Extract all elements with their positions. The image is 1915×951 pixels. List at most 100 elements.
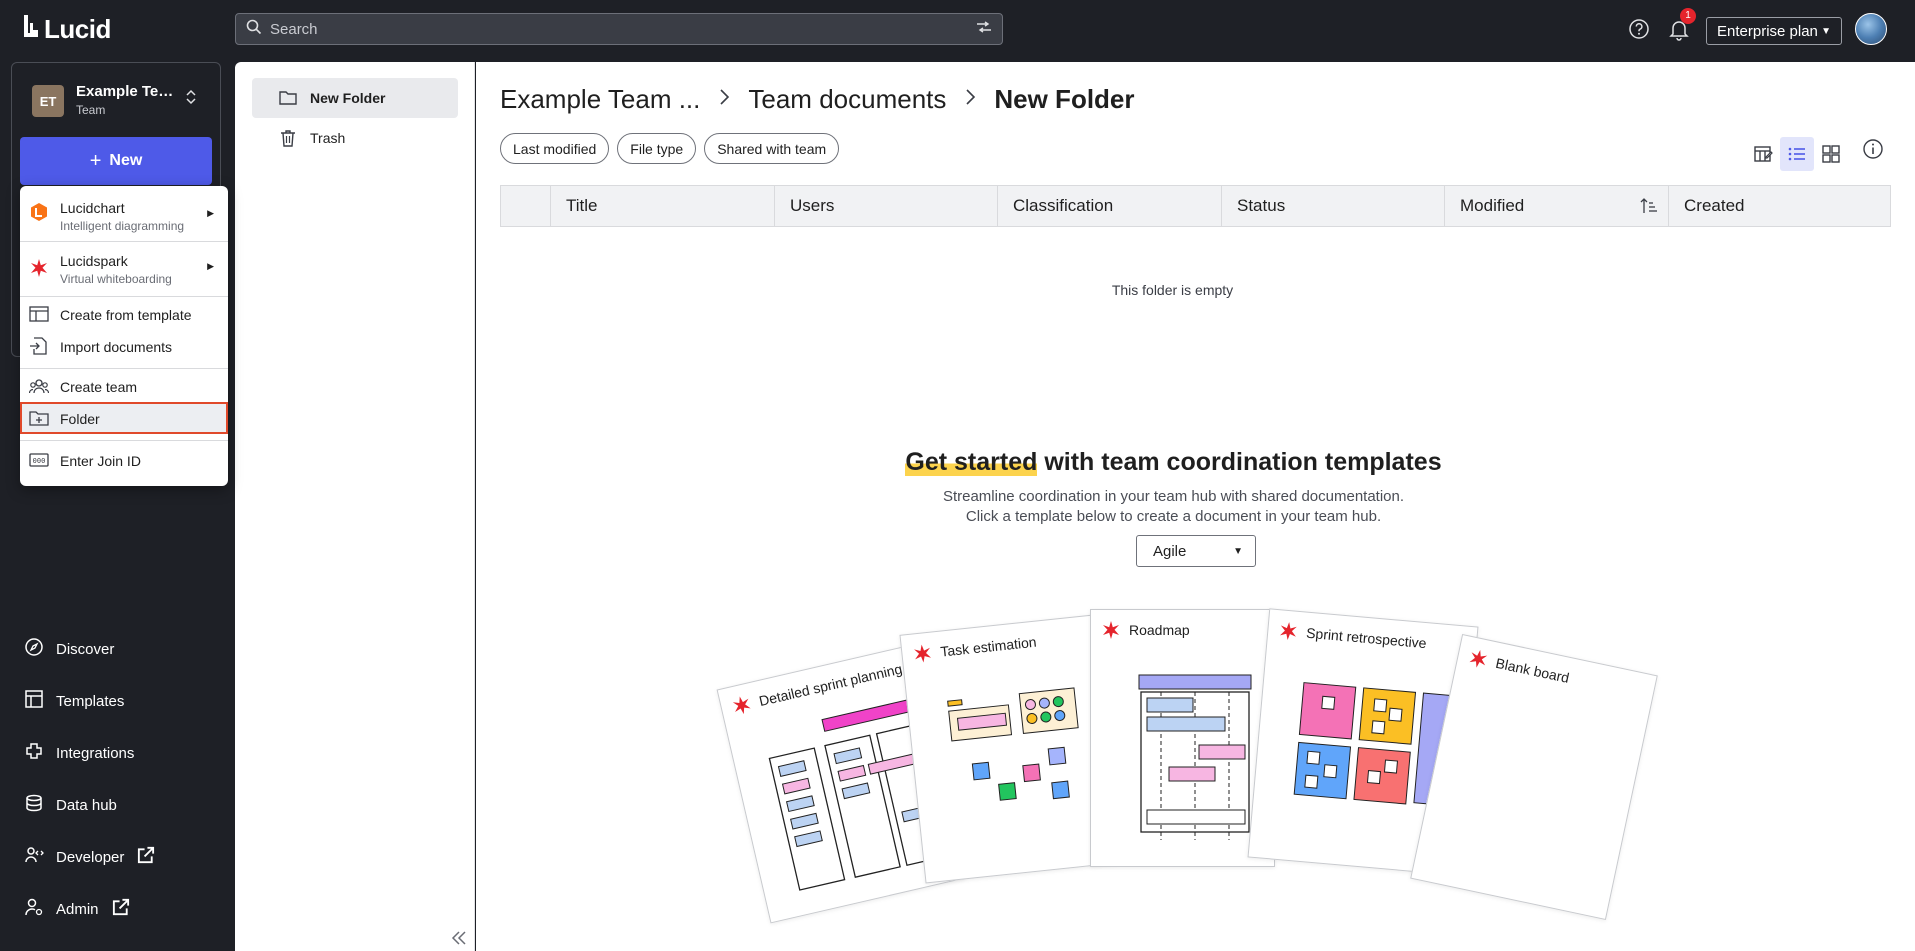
user-avatar[interactable] [1855,13,1887,45]
search-filter-icon[interactable] [976,20,992,39]
chevron-right-icon [964,88,976,112]
template-category-value: Agile [1153,542,1187,560]
team-icon [29,376,49,396]
trash-icon [278,128,298,148]
grid-view-icon[interactable] [1814,137,1848,171]
nav-developer-label: Developer [56,848,125,866]
lucidspark-star-icon [912,643,934,665]
template-card-title: Task estimation [939,633,1038,660]
lucidspark-star-icon [730,693,754,717]
nav-templates-label: Templates [56,692,125,710]
column-created[interactable]: Created [1669,186,1890,226]
lucidchart-icon [29,202,49,222]
table-header: Title Users Classification Status Modifi… [500,185,1891,227]
folder-item-new-folder[interactable]: New Folder [252,78,458,118]
filter-file-type[interactable]: File type [617,133,697,164]
lucidspark-icon [29,258,49,278]
nav-admin[interactable]: Admin [24,897,131,921]
new-button[interactable]: + New [20,137,212,185]
empty-folder-text: This folder is empty [1111,282,1234,298]
filter-last-modified[interactable]: Last modified [500,133,610,164]
menu-item-create-from-template[interactable]: Create from template [20,298,228,330]
nav-data-hub[interactable]: Data hub [24,793,117,817]
breadcrumb-parent[interactable]: Team documents [748,84,946,115]
nav-integrations[interactable]: Integrations [24,741,134,765]
filter-shared-with-team[interactable]: Shared with team [704,133,840,164]
nav-discover[interactable]: Discover [24,637,114,661]
menu-item-enter-join-id[interactable]: 000 Enter Join ID [20,442,228,478]
lucidspark-star-icon [1278,620,1300,642]
chevron-up-down-icon[interactable] [185,89,197,105]
template-card-task-estimation[interactable]: Task estimation [899,614,1120,884]
column-modified[interactable]: Modified [1445,186,1669,226]
folder-item-trash[interactable]: Trash [252,118,458,158]
breadcrumb: Example Team ... Team documents New Fold… [500,84,1135,115]
help-icon[interactable] [1628,18,1650,40]
nav-admin-label: Admin [56,900,99,918]
notification-badge: 1 [1680,8,1696,24]
menu-item-lucidspark[interactable]: Lucidspark Virtual whiteboarding ▶ [20,242,228,294]
view-toggle [1746,137,1848,171]
external-link-icon [136,845,156,869]
column-modified-label: Modified [1460,196,1525,215]
search-input[interactable] [270,20,976,38]
lucid-logo[interactable]: Lucid [22,14,111,45]
template-icon [29,304,49,324]
folder-item-label: New Folder [310,90,386,106]
main-content: Example Team ... Team documents New Fold… [476,62,1915,951]
nav-data-hub-label: Data hub [56,796,117,814]
plus-icon: + [89,149,102,172]
column-status[interactable]: Status [1222,186,1445,226]
admin-icon [24,897,44,921]
menu-item-create-team[interactable]: Create team [20,370,228,402]
folder-icon [278,88,298,108]
table-settings-icon[interactable] [1746,137,1780,171]
breadcrumb-root[interactable]: Example Team ... [500,84,700,115]
plan-dropdown[interactable]: Enterprise plan ▼ [1706,17,1842,45]
get-started-title-rest: with team coordination templates [1037,448,1442,476]
lucidspark-sub: Virtual whiteboarding [60,272,172,286]
folder-label: Folder [60,411,100,427]
collapse-sidebar-icon[interactable] [450,930,468,951]
lucidspark-label: Lucidspark [60,253,128,269]
column-users[interactable]: Users [775,186,998,226]
nav-templates[interactable]: Templates [24,689,124,713]
folder-plus-icon [29,408,49,428]
menu-item-import-documents[interactable]: Import documents [20,330,228,362]
template-card-title: Blank board [1494,654,1571,686]
lucidchart-sub: Intelligent diagramming [60,219,185,233]
menu-divider [20,368,228,369]
template-category-select[interactable]: Agile ▼ [1136,535,1256,567]
team-type: Team [76,103,106,117]
menu-item-folder[interactable]: Folder [20,402,228,434]
column-classification[interactable]: Classification [998,186,1222,226]
search-icon [246,19,262,40]
search-bar[interactable] [235,13,1003,45]
compass-icon [24,637,44,661]
chevron-right-icon [718,88,730,112]
team-name: Example Team [76,83,176,100]
get-started-line2: Click a template below to create a docum… [476,508,1915,525]
list-view-icon[interactable] [1780,137,1814,171]
empty-folder-message: This folder is empty [476,282,1915,298]
select-column-header[interactable] [501,186,551,226]
submenu-arrow-icon: ▶ [207,208,214,218]
database-icon [24,793,44,817]
sort-ascending-icon[interactable] [1640,197,1658,220]
import-icon [29,336,49,356]
plan-label: Enterprise plan [1717,22,1818,40]
column-title[interactable]: Title [551,186,775,226]
get-started-line1-text: Streamline coordination in your team hub… [942,488,1405,505]
menu-item-lucidchart[interactable]: Lucidchart Intelligent diagramming ▶ [20,186,228,238]
submenu-arrow-icon: ▶ [207,261,214,271]
template-card-roadmap[interactable]: Roadmap [1090,609,1275,867]
nav-developer[interactable]: Developer [24,845,156,869]
external-link-icon [111,897,131,921]
info-icon[interactable] [1862,138,1884,165]
new-button-label: New [109,152,143,169]
create-from-template-label: Create from template [60,307,192,323]
developer-icon [24,845,44,869]
menu-divider [20,440,228,441]
logo-text: Lucid [44,14,111,44]
lucid-logo-mark-icon [22,15,40,44]
